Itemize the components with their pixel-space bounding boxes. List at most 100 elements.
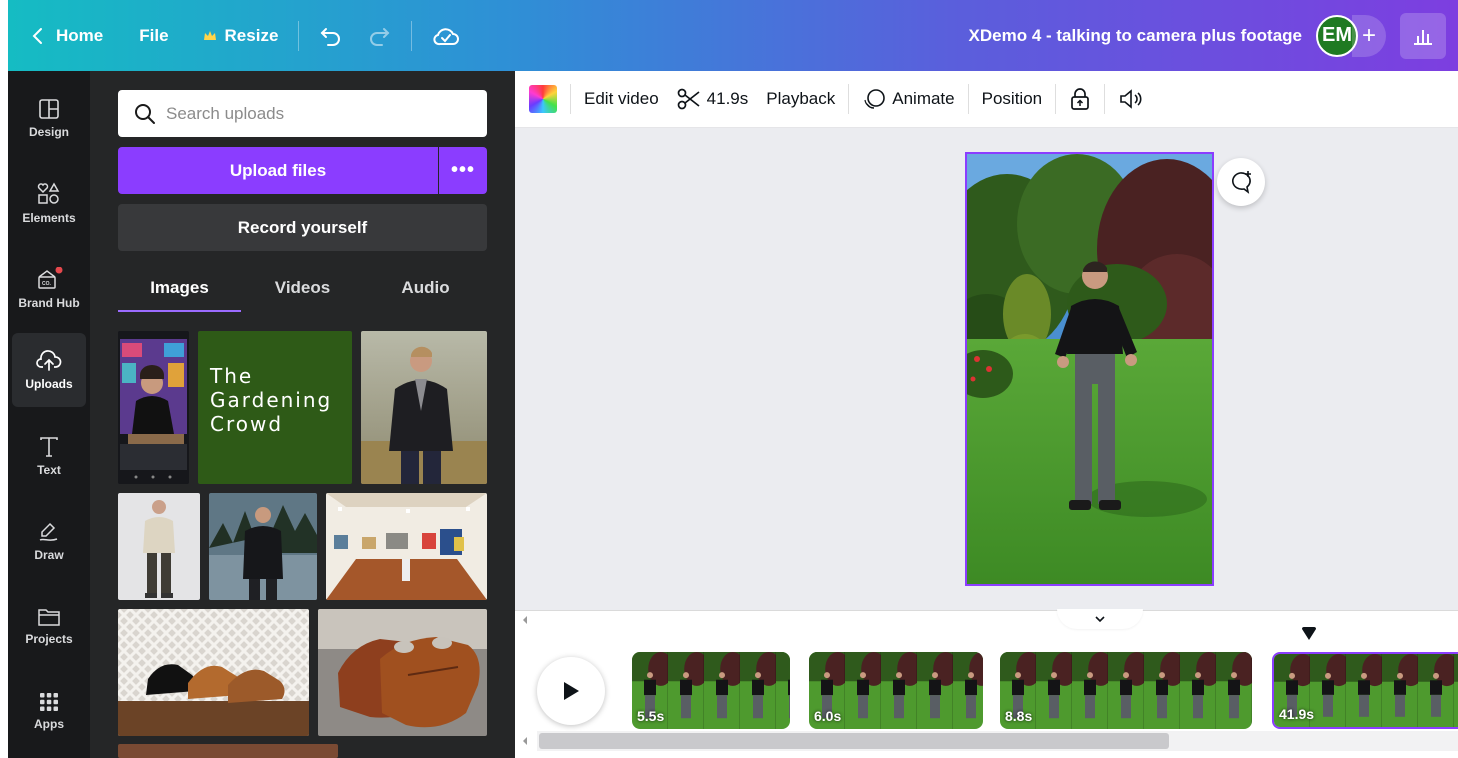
save-status-button[interactable] <box>420 16 472 56</box>
folder-icon <box>38 608 60 626</box>
clip-duration: 8.8s <box>1005 708 1033 724</box>
add-comment-button[interactable] <box>1217 158 1265 206</box>
upload-thumb-shoes-shelf[interactable] <box>118 609 309 736</box>
upload-thumb-man-leather-jacket[interactable] <box>361 331 487 484</box>
avatar-initials: EM <box>1322 24 1352 46</box>
tab-audio[interactable]: Audio <box>364 268 487 314</box>
brown-shoes-image <box>318 609 487 736</box>
brand-hub-icon: CO. <box>38 266 63 289</box>
undo-button[interactable] <box>307 16 355 56</box>
add-comment-icon <box>1231 171 1251 194</box>
lock-icon <box>1071 88 1089 110</box>
rail-item-brand-hub[interactable]: CO. Brand Hub <box>12 251 86 325</box>
gardening-crowd-logo: The Gardening Crowd <box>210 364 333 436</box>
file-menu-button[interactable]: File <box>127 16 180 56</box>
playback-label: Playback <box>766 89 836 108</box>
gallery-room-image <box>326 493 487 600</box>
svg-text:CO.: CO. <box>42 281 52 287</box>
volume-button[interactable] <box>1109 79 1153 119</box>
timeline-clip[interactable]: 8.8s <box>1000 652 1252 729</box>
man-cream-jacket-image <box>118 493 200 600</box>
redo-button[interactable] <box>355 16 403 56</box>
upload-thumb-gardening-crowd[interactable]: The Gardening Crowd <box>198 331 352 484</box>
rail-item-apps[interactable]: Apps <box>12 674 86 748</box>
resize-label: Resize <box>224 25 279 45</box>
layout-icon <box>39 98 59 119</box>
phone-screenshot-image <box>118 331 189 484</box>
playback-button[interactable]: Playback <box>757 79 844 119</box>
scroll-left-icon[interactable] <box>521 615 529 625</box>
rail-item-draw[interactable]: Draw <box>12 504 86 578</box>
garden-video-image <box>967 154 1212 584</box>
home-button[interactable]: Home <box>16 16 115 56</box>
bar-chart-icon <box>1414 29 1432 45</box>
text-icon <box>40 436 58 457</box>
add-collaborator-button[interactable]: + <box>1352 14 1386 57</box>
man-jacket-image <box>361 331 487 484</box>
video-frame[interactable] <box>965 152 1214 586</box>
volume-icon <box>1120 89 1142 109</box>
left-rail: Design Elements CO. Brand Hub Uploads Te… <box>8 71 90 758</box>
more-options-button[interactable]: ••• <box>439 147 487 194</box>
search-input[interactable] <box>166 103 466 124</box>
scrollbar-thumb[interactable] <box>539 733 1169 749</box>
rail-item-elements[interactable]: Elements <box>12 166 86 240</box>
rail-label: Brand Hub <box>18 295 80 310</box>
edit-video-button[interactable]: Edit video <box>575 79 668 119</box>
rail-label: Design <box>28 124 69 139</box>
playhead-marker-icon[interactable] <box>1301 627 1317 641</box>
play-button[interactable] <box>537 657 605 725</box>
upload-thumb-man-cream-jacket[interactable] <box>118 493 200 600</box>
duration-label: 41.9s <box>706 89 749 108</box>
insights-button[interactable] <box>1400 12 1446 59</box>
upload-thumb-gallery-room[interactable] <box>326 493 487 600</box>
upload-thumb-brown-shoes[interactable] <box>318 609 487 736</box>
cloud-upload-icon <box>36 349 62 371</box>
tab-videos[interactable]: Videos <box>241 268 364 314</box>
rail-label: Uploads <box>25 376 73 391</box>
rail-label: Elements <box>22 210 76 225</box>
undo-icon <box>320 27 341 46</box>
timeline-clip[interactable]: 6.0s <box>809 652 983 729</box>
record-yourself-button[interactable]: Record yourself <box>118 204 487 251</box>
timeline: 5.5s 6.0s 8.8s 41.9s <box>515 609 1458 758</box>
canva-editor: Home File Resize XDemo 4 - talking to ca… <box>0 0 1458 758</box>
timeline-clip-selected[interactable]: 41.9s <box>1272 652 1458 729</box>
tab-images[interactable]: Images <box>118 268 241 314</box>
rail-label: Projects <box>25 631 73 646</box>
document-title[interactable]: XDemo 4 - talking to camera plus footage <box>969 26 1302 46</box>
resize-button[interactable]: Resize <box>191 16 291 56</box>
upload-thumb-phone-screenshot[interactable] <box>118 331 189 484</box>
animate-label: Animate <box>892 89 955 108</box>
redo-icon <box>370 27 390 46</box>
man-puffer-image <box>209 493 317 600</box>
more-dots-icon: ••• <box>450 159 475 181</box>
position-label: Position <box>981 89 1043 108</box>
clip-frames-image <box>1000 652 1252 729</box>
rail-item-uploads[interactable]: Uploads <box>12 333 86 407</box>
upload-files-button[interactable]: Upload files <box>118 147 438 194</box>
search-box[interactable] <box>118 90 487 137</box>
rail-item-text[interactable]: Text <box>12 419 86 493</box>
rail-item-design[interactable]: Design <box>12 81 86 155</box>
trim-button[interactable]: 41.9s <box>668 79 758 119</box>
rail-item-projects[interactable]: Projects <box>12 589 86 663</box>
plus-icon: + <box>1361 21 1376 49</box>
divider <box>411 20 413 51</box>
divider <box>1055 84 1057 114</box>
upload-thumb-partial[interactable] <box>118 744 338 758</box>
timeline-scrollbar[interactable] <box>537 731 1458 751</box>
lock-button[interactable] <box>1060 79 1100 119</box>
timeline-collapse-button[interactable] <box>1057 609 1143 629</box>
animate-button[interactable]: Animate <box>853 79 963 119</box>
timeline-clip[interactable]: 5.5s <box>632 652 790 729</box>
scroll-left-icon[interactable] <box>521 736 529 746</box>
position-button[interactable]: Position <box>973 79 1051 119</box>
design-canvas <box>515 128 1458 610</box>
apps-grid-icon <box>40 692 58 711</box>
file-label: File <box>139 25 169 45</box>
upload-thumb-man-puffer-lake[interactable] <box>209 493 317 600</box>
shoes-shelf-image <box>118 609 309 736</box>
color-swatch-button[interactable] <box>515 79 566 119</box>
rail-label: Text <box>37 462 61 477</box>
